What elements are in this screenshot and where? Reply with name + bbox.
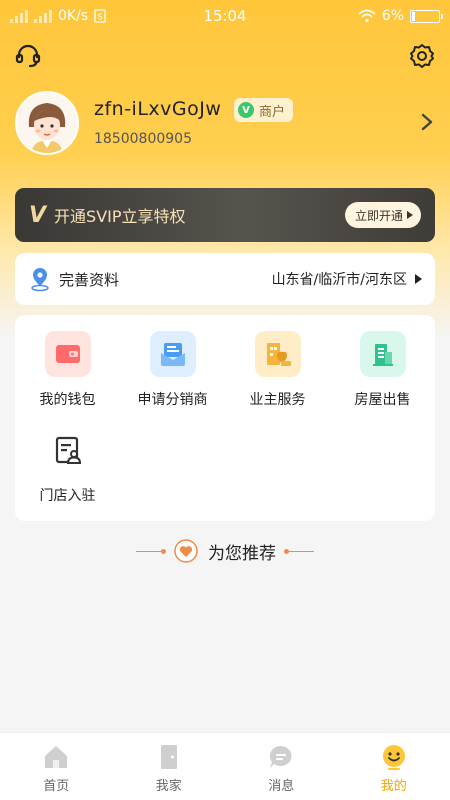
svg-text:S: S xyxy=(98,13,103,22)
tab-home[interactable]: 首页 xyxy=(0,733,113,800)
open-vip-button[interactable]: 立即开通 xyxy=(344,202,421,228)
location-pin-icon xyxy=(31,268,49,292)
caret-right-icon xyxy=(415,274,422,284)
service-label: 门店入驻 xyxy=(39,488,96,504)
owner-service-icon xyxy=(254,331,301,377)
service-label: 申请分销商 xyxy=(137,392,208,408)
tab-label: 首页 xyxy=(43,779,70,794)
gear-icon[interactable] xyxy=(408,42,436,70)
vip-logo-icon: V xyxy=(29,202,47,228)
headset-icon[interactable] xyxy=(14,42,42,70)
signal-icon-2 xyxy=(34,9,52,23)
home-icon xyxy=(45,746,68,768)
services-card: 我的钱包 申请分销商 业主服务 房屋出售 门店入驻 xyxy=(15,315,435,521)
chevron-right-icon[interactable] xyxy=(420,112,434,132)
wifi-icon xyxy=(358,9,376,23)
tab-label: 我家 xyxy=(155,779,182,794)
tab-label: 消息 xyxy=(268,779,295,794)
recommend-title: 为您推荐 xyxy=(208,543,276,564)
network-speed: 0K/s xyxy=(58,8,89,24)
distributor-icon xyxy=(149,331,196,377)
tab-my-home[interactable]: 我家 xyxy=(113,733,226,800)
signal-icon xyxy=(10,9,28,23)
service-store-join[interactable]: 门店入驻 xyxy=(15,427,120,505)
phone-number: 18500800905 xyxy=(94,131,192,147)
battery-percent: 6% xyxy=(381,8,404,24)
tab-label: 我的 xyxy=(380,779,407,794)
service-wallet[interactable]: 我的钱包 xyxy=(15,331,120,409)
bottom-tab-bar: 首页 我家 消息 我的 xyxy=(0,732,450,800)
username: zfn-iLxvGoJw xyxy=(94,98,222,120)
badge-label: 商户 xyxy=(259,104,286,120)
open-vip-label: 立即开通 xyxy=(354,208,403,223)
store-join-icon xyxy=(44,427,91,473)
service-owner[interactable]: 业主服务 xyxy=(225,331,330,409)
complete-profile-title: 完善资料 xyxy=(59,270,120,289)
verified-icon: V xyxy=(238,102,254,118)
divider-left xyxy=(136,548,166,554)
door-icon xyxy=(160,745,177,769)
avatar[interactable] xyxy=(15,91,79,155)
recommend-heading: 为您推荐 xyxy=(0,536,450,566)
service-label: 业主服务 xyxy=(249,392,306,408)
tab-mine[interactable]: 我的 xyxy=(338,733,450,800)
caret-right-icon xyxy=(407,211,413,219)
battery-icon xyxy=(410,9,443,23)
svip-banner[interactable]: V 开通SVIP立享特权 立即开通 xyxy=(15,188,435,242)
sim-icon: S xyxy=(94,9,106,23)
location-text: 山东省/临沂市/河东区 xyxy=(271,272,407,288)
service-label: 我的钱包 xyxy=(39,392,96,408)
status-right: 6% xyxy=(290,8,443,24)
wallet-icon xyxy=(44,331,91,377)
message-icon xyxy=(270,745,292,768)
status-bar: 0K/s S 15:04 6% xyxy=(0,0,450,32)
divider-right xyxy=(284,548,314,554)
status-time: 15:04 xyxy=(203,7,247,25)
vip-text: 开通SVIP立享特权 xyxy=(54,207,186,226)
avatar-illustration xyxy=(17,93,77,153)
tab-messages[interactable]: 消息 xyxy=(225,733,338,800)
profile-icon xyxy=(382,745,405,770)
service-distributor[interactable]: 申请分销商 xyxy=(120,331,225,409)
status-left: 0K/s S xyxy=(10,8,160,24)
merchant-badge: V 商户 xyxy=(234,98,294,122)
complete-profile-row[interactable]: 完善资料 山东省/临沂市/河东区 xyxy=(15,253,435,305)
house-sale-icon xyxy=(359,331,406,377)
service-label: 房屋出售 xyxy=(354,392,411,408)
heart-icon xyxy=(174,539,198,563)
service-house-sale[interactable]: 房屋出售 xyxy=(330,331,435,409)
